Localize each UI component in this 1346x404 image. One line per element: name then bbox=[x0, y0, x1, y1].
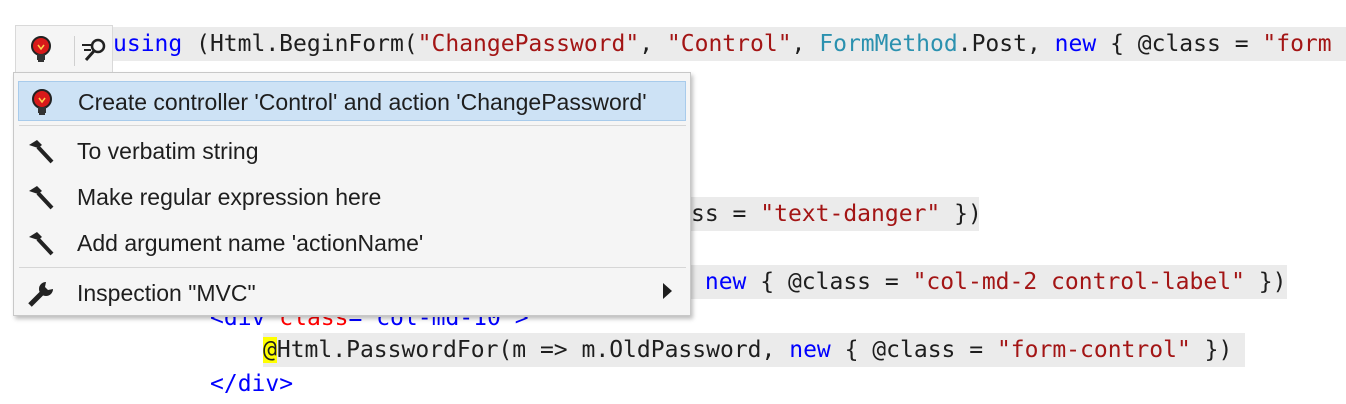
menu-item-label: To verbatim string bbox=[77, 138, 259, 164]
menu-separator bbox=[19, 125, 686, 126]
menu-item-add-argument-name[interactable]: Add argument name 'actionName' bbox=[18, 223, 686, 263]
menu-item-create-controller[interactable]: Create controller 'Control' and action '… bbox=[18, 81, 686, 121]
code-line-div-close[interactable]: </div> bbox=[210, 367, 293, 401]
code-line-using[interactable]: using (Html.BeginForm("ChangePassword", … bbox=[113, 27, 1346, 61]
hammer-icon bbox=[26, 137, 56, 167]
keyword-using: using bbox=[113, 31, 183, 57]
submenu-arrow-icon bbox=[663, 283, 672, 299]
menu-separator bbox=[19, 267, 686, 268]
menu-item-make-regex[interactable]: Make regular expression here bbox=[18, 177, 686, 217]
quick-actions-tab[interactable] bbox=[15, 25, 113, 73]
menu-item-inspection-mvc[interactable]: Inspection "MVC" bbox=[18, 273, 686, 313]
tab-divider bbox=[74, 36, 75, 66]
razor-at-marker: @ bbox=[263, 337, 277, 363]
code-line-passwordfor[interactable]: @Html.PasswordFor(m => m.OldPassword, ne… bbox=[263, 333, 1245, 367]
code-line-labelfor[interactable]: new { @class = "col-md-2 control-label" … bbox=[691, 265, 1287, 299]
menu-item-label: Make regular expression here bbox=[77, 184, 382, 210]
menu-item-label: Inspection "MVC" bbox=[77, 280, 256, 306]
menu-item-label: Create controller 'Control' and action '… bbox=[78, 89, 647, 115]
lightbulb-icon[interactable] bbox=[28, 35, 54, 65]
menu-item-to-verbatim[interactable]: To verbatim string bbox=[18, 131, 686, 171]
menu-item-label: Add argument name 'actionName' bbox=[77, 230, 424, 256]
wrench-icon bbox=[26, 279, 56, 309]
lightbulb-icon bbox=[27, 88, 57, 118]
inspect-icon[interactable] bbox=[80, 35, 108, 65]
quick-actions-menu: Create controller 'Control' and action '… bbox=[13, 72, 691, 316]
type-formmethod: FormMethod bbox=[819, 31, 958, 57]
hammer-icon bbox=[26, 229, 56, 259]
hammer-icon bbox=[26, 183, 56, 213]
code-line-validation[interactable]: ss = "text-danger" }) bbox=[691, 197, 982, 231]
